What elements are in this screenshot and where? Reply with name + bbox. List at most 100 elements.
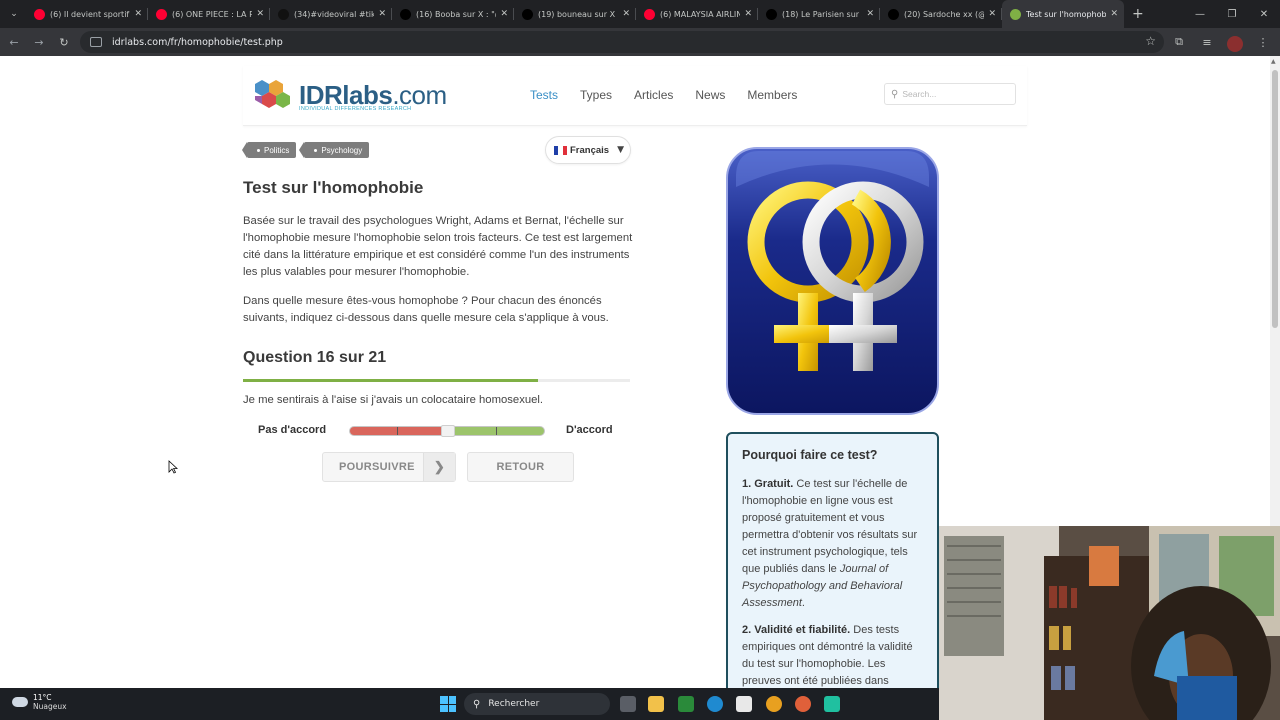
tab-title: (6) ONE PIECE : LA PR — [172, 9, 253, 19]
chevron-down-icon: ▼ — [617, 145, 624, 155]
french-flag-icon — [554, 145, 567, 155]
browser-tab[interactable]: (20) Sardoche xx (@S ✕ — [880, 0, 1002, 28]
language-selector[interactable]: Français ▼ — [545, 136, 631, 164]
menu-icon[interactable]: ⋮ — [1252, 31, 1274, 53]
language-label: Français — [570, 144, 610, 156]
agreement-slider[interactable] — [349, 425, 545, 437]
close-tab-icon[interactable]: ✕ — [256, 9, 264, 19]
site-info-icon[interactable] — [90, 37, 102, 47]
youtube-icon — [644, 8, 655, 20]
scale-label-disagree: Pas d'accord — [258, 424, 327, 436]
store-icon[interactable] — [736, 696, 752, 712]
close-tab-icon[interactable]: ✕ — [1110, 9, 1118, 19]
tiktok-icon — [278, 8, 289, 20]
test-instructions: Dans quelle mesure êtes-vous homophobe ?… — [243, 295, 609, 324]
maximize-icon[interactable]: ❐ — [1216, 0, 1248, 28]
tab-title: (34)#videoviral #tiktok — [294, 9, 375, 19]
lesbian-symbol-illustration — [726, 147, 939, 415]
slider-tick — [495, 427, 497, 435]
agreement-scale: Pas d'accord D'accord — [258, 422, 618, 440]
slider-tick — [396, 427, 398, 435]
why-point-free: 1. Gratuit. Ce test sur l'échelle de l'h… — [742, 478, 918, 609]
new-tab-button[interactable]: + — [1132, 6, 1144, 22]
progress-bar — [243, 379, 630, 382]
browser-tab[interactable]: Test sur l'homophobi ✕ — [1002, 0, 1124, 28]
chevron-right-icon: ❯ — [423, 453, 455, 481]
nvidia-icon[interactable] — [678, 696, 694, 712]
edge-icon[interactable] — [707, 696, 723, 712]
weather-temperature: 11°C — [33, 693, 52, 702]
minimize-icon[interactable]: — — [1184, 0, 1216, 28]
browser-tab[interactable]: (6) ONE PIECE : LA PR ✕ — [148, 0, 270, 28]
tag-psychology[interactable]: Psychology — [299, 142, 370, 158]
chrome-icon[interactable] — [766, 696, 782, 712]
progress-fill — [243, 379, 538, 382]
nav-news[interactable]: News — [695, 88, 725, 102]
back-icon[interactable]: ← — [3, 31, 25, 53]
url-text[interactable]: idrlabs.com/fr/homophobie/test.php — [112, 37, 283, 48]
x-icon — [400, 8, 411, 20]
close-tab-icon[interactable]: ✕ — [378, 9, 386, 19]
tag-politics[interactable]: Politics — [241, 142, 297, 158]
extensions-icon[interactable]: ⧉ — [1168, 31, 1190, 53]
windows-start-icon[interactable] — [440, 696, 456, 712]
search-placeholder: Search... — [902, 89, 937, 99]
os-taskbar: 11°C Nuageux ⚲ Rechercher — [0, 688, 939, 720]
browser-tab[interactable]: (6) MALAYSIA AIRLIN ✕ — [636, 0, 758, 28]
tab-title: (19) bouneau sur X : — [538, 9, 619, 19]
scroll-up-icon[interactable]: ▲ — [1271, 58, 1276, 65]
reload-icon[interactable]: ↻ — [53, 31, 75, 53]
close-tab-icon[interactable]: ✕ — [500, 9, 508, 19]
close-window-icon[interactable]: ✕ — [1248, 0, 1280, 28]
taskbar-search[interactable]: ⚲ Rechercher — [464, 693, 610, 715]
address-bar[interactable]: idrlabs.com/fr/homophobie/test.php ☆ — [80, 31, 1164, 53]
browser-tab-strip: ⌄ (6) Il devient sportif d ✕ (6) ONE PIECE… — [0, 0, 1280, 28]
browser-tab[interactable]: (16) Booba sur X : "@ ✕ — [392, 0, 514, 28]
weather-widget[interactable]: 11°C Nuageux — [12, 693, 67, 711]
idrlabs-logo[interactable]: IDRlabs.com INDIVIDUAL DIFFERENCES RESEA… — [253, 78, 447, 112]
browser-tab[interactable]: (34)#videoviral #tiktok✕ — [270, 0, 392, 28]
x-icon — [888, 8, 899, 20]
test-intro: Basée sur le travail des psychologues Wr… — [243, 215, 633, 278]
close-tab-icon[interactable]: ✕ — [134, 9, 142, 19]
nav-members[interactable]: Members — [747, 88, 797, 102]
forward-icon[interactable]: → — [28, 31, 50, 53]
close-tab-icon[interactable]: ✕ — [622, 9, 630, 19]
nav-articles[interactable]: Articles — [634, 88, 673, 102]
close-tab-icon[interactable]: ✕ — [866, 9, 874, 19]
question-statement: Je me sentirais à l'aise si j'avais un c… — [243, 394, 544, 406]
browser-tab[interactable]: (6) Il devient sportif d ✕ — [26, 0, 148, 28]
continue-button[interactable]: POURSUIVRE ❯ — [322, 452, 456, 482]
close-tab-icon[interactable]: ✕ — [744, 9, 752, 19]
nav-tests[interactable]: Tests — [530, 88, 558, 102]
tab-title: (18) Le Parisien sur X — [782, 9, 863, 19]
firefox-icon[interactable] — [795, 696, 811, 712]
close-tab-icon[interactable]: ✕ — [988, 9, 996, 19]
bookmark-star-icon[interactable]: ☆ — [1145, 34, 1156, 48]
profile-avatar[interactable] — [1224, 31, 1246, 53]
file-explorer-icon[interactable] — [648, 696, 664, 712]
page-title: Test sur l'homophobie — [243, 178, 424, 197]
continue-label: POURSUIVRE — [339, 461, 415, 473]
reading-list-icon[interactable]: ≡ — [1196, 31, 1218, 53]
site-search-input[interactable]: ⚲ Search... — [884, 83, 1016, 105]
back-button[interactable]: RETOUR — [467, 452, 574, 482]
browser-tab[interactable]: (18) Le Parisien sur X ✕ — [758, 0, 880, 28]
cloud-icon — [12, 697, 28, 707]
task-view-icon[interactable] — [620, 696, 636, 712]
idrlabs-icon — [1010, 8, 1021, 20]
back-label: RETOUR — [496, 461, 545, 473]
tab-search-icon[interactable]: ⌄ — [2, 2, 26, 26]
browser-toolbar: ← → ↻ idrlabs.com/fr/homophobie/test.php… — [0, 28, 1280, 56]
site-header: IDRlabs.com INDIVIDUAL DIFFERENCES RESEA… — [243, 66, 1027, 126]
main-nav: Tests Types Articles News Members — [530, 88, 819, 102]
scrollbar-thumb[interactable] — [1272, 70, 1278, 328]
tab-title: (6) MALAYSIA AIRLIN — [660, 9, 741, 19]
nav-types[interactable]: Types — [580, 88, 612, 102]
app-icon[interactable] — [824, 696, 840, 712]
why-point-validity: 2. Validité et fiabilité. Des tests empi… — [742, 624, 913, 687]
slider-handle[interactable] — [441, 425, 455, 437]
tab-title: (20) Sardoche xx (@S — [904, 9, 985, 19]
search-icon: ⚲ — [891, 88, 899, 100]
browser-tab[interactable]: (19) bouneau sur X : ✕ — [514, 0, 636, 28]
